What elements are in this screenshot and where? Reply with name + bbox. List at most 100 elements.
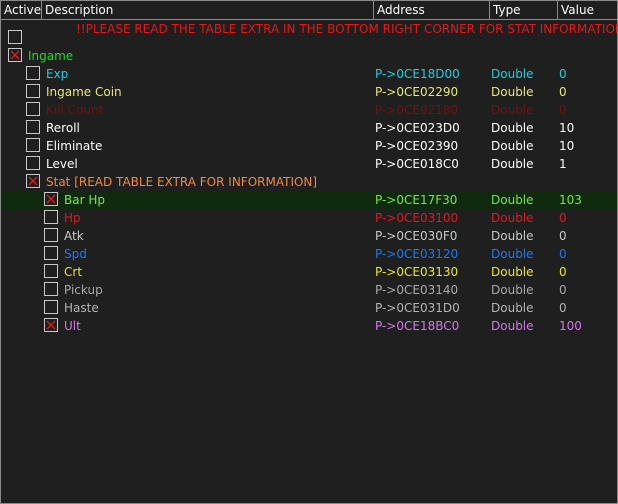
value-cell[interactable]: 0 — [559, 299, 567, 317]
active-checkbox[interactable] — [44, 228, 58, 242]
value-cell[interactable]: 0 — [559, 263, 567, 281]
active-checkbox[interactable] — [44, 300, 58, 314]
type-cell[interactable]: Double — [491, 101, 534, 119]
active-checkbox[interactable] — [44, 246, 58, 260]
description-cell[interactable]: Pickup — [64, 281, 103, 299]
description-cell[interactable]: Reroll — [46, 119, 80, 137]
type-cell[interactable]: Double — [491, 119, 534, 137]
column-header-type[interactable]: Type — [490, 1, 558, 19]
table-row[interactable]: Kill Count P->0CE02180 Double 0 — [1, 101, 617, 119]
active-checkbox[interactable] — [26, 102, 40, 116]
type-cell[interactable]: Double — [491, 281, 534, 299]
address-cell[interactable]: P->0CE17F30 — [375, 191, 457, 209]
address-cell[interactable]: P->0CE023D0 — [375, 119, 460, 137]
address-cell[interactable]: P->0CE03130 — [375, 263, 458, 281]
type-cell[interactable]: Double — [491, 209, 534, 227]
active-checkbox[interactable] — [26, 84, 40, 98]
column-header-description[interactable]: Description — [42, 1, 374, 19]
table-row[interactable]: Ult P->0CE18BC0 Double 100 — [1, 317, 617, 335]
description-cell[interactable]: Eliminate — [46, 137, 102, 155]
table-row[interactable]: Stat [READ TABLE EXTRA FOR INFORMATION] — [1, 173, 617, 191]
description-cell[interactable]: Haste — [64, 299, 99, 317]
checked-x-icon — [10, 50, 20, 60]
address-cell[interactable]: P->0CE03100 — [375, 209, 458, 227]
description-cell[interactable]: Exp — [46, 65, 68, 83]
type-cell[interactable]: Double — [491, 245, 534, 263]
value-cell[interactable]: 10 — [559, 137, 574, 155]
table-row[interactable]: Hp P->0CE03100 Double 0 — [1, 209, 617, 227]
table-row[interactable]: Ingame — [1, 47, 617, 65]
value-cell[interactable]: 100 — [559, 317, 582, 335]
value-cell[interactable]: 103 — [559, 191, 582, 209]
table-row[interactable]: Atk P->0CE030F0 Double 0 — [1, 227, 617, 245]
description-cell[interactable]: Bar Hp — [64, 191, 105, 209]
table-row[interactable] — [1, 29, 617, 47]
value-cell[interactable]: 10 — [559, 119, 574, 137]
description-cell[interactable]: Crt — [64, 263, 82, 281]
active-checkbox[interactable] — [26, 66, 40, 80]
active-checkbox[interactable] — [8, 30, 22, 44]
table-row[interactable]: Haste P->0CE031D0 Double 0 — [1, 299, 617, 317]
description-cell[interactable]: Spd — [64, 245, 87, 263]
address-cell[interactable]: P->0CE02180 — [375, 101, 458, 119]
address-cell[interactable]: P->0CE18D00 — [375, 65, 460, 83]
type-cell[interactable]: Double — [491, 317, 534, 335]
value-cell[interactable]: 0 — [559, 83, 567, 101]
value-cell[interactable]: 0 — [559, 209, 567, 227]
table-row[interactable]: Exp P->0CE18D00 Double 0 — [1, 65, 617, 83]
description-cell[interactable]: Level — [46, 155, 78, 173]
address-cell[interactable]: P->0CE030F0 — [375, 227, 457, 245]
address-cell[interactable]: P->0CE02290 — [375, 83, 458, 101]
table-row[interactable]: Bar Hp P->0CE17F30 Double 103 — [1, 191, 617, 209]
description-cell[interactable]: Ingame — [28, 47, 73, 65]
value-cell[interactable]: 0 — [559, 227, 567, 245]
value-cell[interactable]: 0 — [559, 281, 567, 299]
checked-x-icon — [46, 320, 56, 330]
address-cell[interactable]: P->0CE03120 — [375, 245, 458, 263]
column-header-address[interactable]: Address — [374, 1, 490, 19]
description-cell[interactable]: Ult — [64, 317, 81, 335]
active-checkbox[interactable] — [26, 138, 40, 152]
address-cell[interactable]: P->0CE03140 — [375, 281, 458, 299]
active-checkbox-checked[interactable] — [26, 174, 40, 188]
type-cell[interactable]: Double — [491, 299, 534, 317]
table-row[interactable]: Level P->0CE018C0 Double 1 — [1, 155, 617, 173]
column-header-value[interactable]: Value — [558, 1, 617, 19]
value-cell[interactable]: 0 — [559, 65, 567, 83]
type-cell[interactable]: Double — [491, 263, 534, 281]
type-cell[interactable]: Double — [491, 65, 534, 83]
type-cell[interactable]: Double — [491, 227, 534, 245]
table-row[interactable]: Reroll P->0CE023D0 Double 10 — [1, 119, 617, 137]
type-cell[interactable]: Double — [491, 83, 534, 101]
type-cell[interactable]: Double — [491, 191, 534, 209]
active-checkbox-checked[interactable] — [8, 48, 22, 62]
active-checkbox[interactable] — [44, 264, 58, 278]
active-checkbox[interactable] — [44, 210, 58, 224]
address-cell[interactable]: P->0CE18BC0 — [375, 317, 459, 335]
address-cell[interactable]: P->0CE02390 — [375, 137, 458, 155]
description-cell[interactable]: Kill Count — [46, 101, 103, 119]
table-row[interactable]: Crt P->0CE03130 Double 0 — [1, 263, 617, 281]
table-row[interactable]: Ingame Coin P->0CE02290 Double 0 — [1, 83, 617, 101]
table-row[interactable]: Spd P->0CE03120 Double 0 — [1, 245, 617, 263]
active-checkbox-checked[interactable] — [44, 318, 58, 332]
description-cell[interactable]: Stat [READ TABLE EXTRA FOR INFORMATION] — [46, 173, 317, 191]
active-checkbox-checked[interactable] — [44, 192, 58, 206]
checked-x-icon — [46, 194, 56, 204]
table-row[interactable]: Eliminate P->0CE02390 Double 10 — [1, 137, 617, 155]
column-header-active[interactable]: Active — [1, 1, 42, 19]
address-cell[interactable]: P->0CE031D0 — [375, 299, 460, 317]
description-cell[interactable]: Atk — [64, 227, 84, 245]
value-cell[interactable]: 1 — [559, 155, 567, 173]
type-cell[interactable]: Double — [491, 137, 534, 155]
active-checkbox[interactable] — [26, 120, 40, 134]
type-cell[interactable]: Double — [491, 155, 534, 173]
value-cell[interactable]: 0 — [559, 101, 567, 119]
address-cell[interactable]: P->0CE018C0 — [375, 155, 459, 173]
description-cell[interactable]: Hp — [64, 209, 81, 227]
value-cell[interactable]: 0 — [559, 245, 567, 263]
active-checkbox[interactable] — [26, 156, 40, 170]
table-row[interactable]: Pickup P->0CE03140 Double 0 — [1, 281, 617, 299]
description-cell[interactable]: Ingame Coin — [46, 83, 122, 101]
active-checkbox[interactable] — [44, 282, 58, 296]
